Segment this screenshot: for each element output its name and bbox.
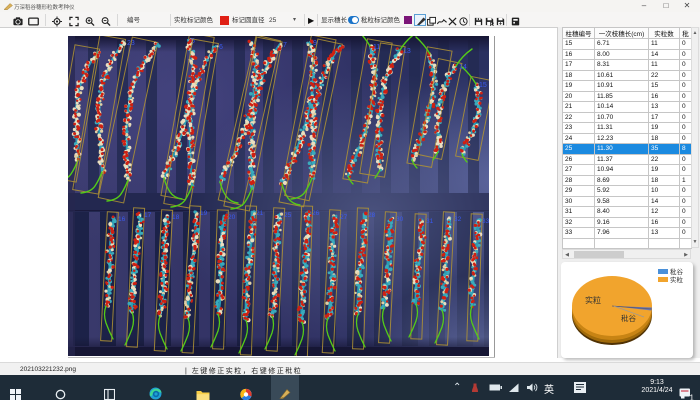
svg-text:20: 20	[228, 214, 236, 221]
svg-text:27: 27	[340, 214, 348, 221]
svg-text:30: 30	[396, 216, 404, 223]
svg-text:13: 13	[403, 48, 411, 55]
svg-text:26: 26	[312, 210, 320, 217]
svg-text:21: 21	[256, 210, 264, 217]
svg-text:实粒: 实粒	[585, 295, 601, 305]
svg-text:6: 6	[219, 44, 223, 51]
svg-text:25: 25	[284, 212, 292, 219]
svg-text:31: 31	[426, 218, 434, 225]
svg-text:32: 32	[454, 216, 462, 223]
svg-text:17: 17	[144, 212, 152, 219]
svg-text:19: 19	[200, 210, 208, 217]
svg-text:秕谷: 秕谷	[621, 313, 636, 323]
svg-text:秕谷: 秕谷	[670, 267, 684, 276]
svg-text:28: 28	[368, 212, 376, 219]
svg-text:R: R	[490, 22, 494, 27]
svg-text:33: 33	[482, 218, 489, 225]
svg-text:15: 15	[479, 82, 487, 89]
svg-text:1: 1	[690, 394, 695, 400]
svg-text:18: 18	[172, 214, 180, 221]
svg-text:7: 7	[283, 42, 287, 49]
svg-text:实粒: 实粒	[670, 275, 684, 284]
svg-text:16: 16	[118, 216, 126, 223]
